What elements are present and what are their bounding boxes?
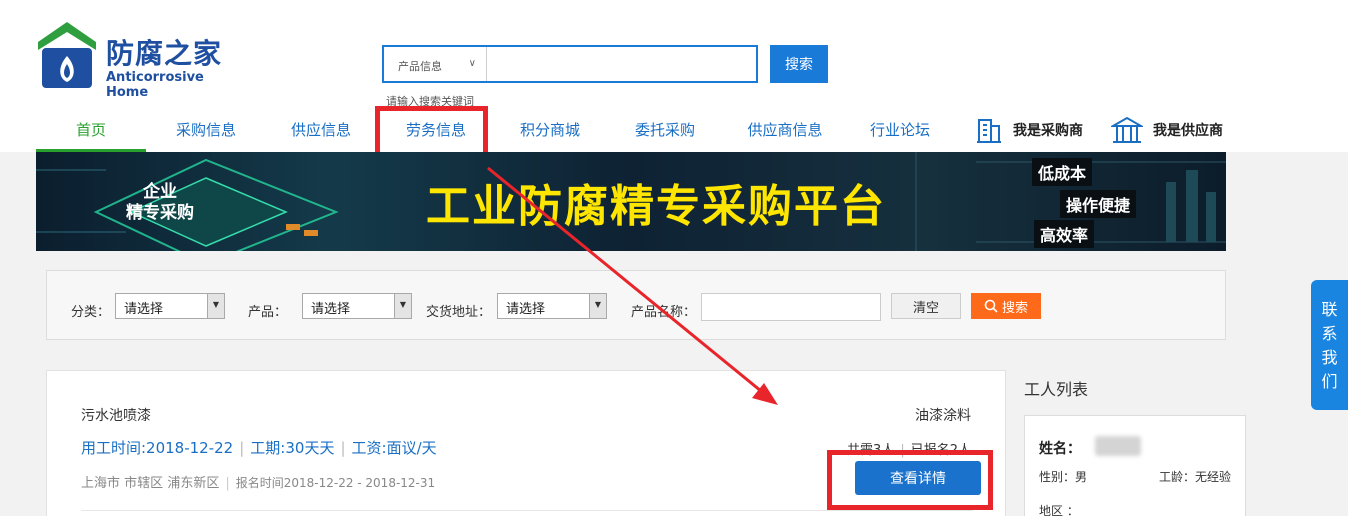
dropdown-arrow-icon: ▼ <box>589 294 606 318</box>
filter-search-label: 搜索 <box>1001 300 1028 316</box>
nav-item-points-mall[interactable]: 积分商城 <box>500 112 600 152</box>
job-district: 市辖区 <box>124 476 164 491</box>
page: 防腐之家 Anticorrosive Home 产品信息 ∨ 搜索 请输入搜索关… <box>0 0 1348 516</box>
nav-item-supplier-info[interactable]: 供应商信息 <box>730 112 840 152</box>
divider <box>81 510 973 511</box>
job-location: 上海市 市辖区 浦东新区 | 报名时间2018-12-22 - 2018-12-31 <box>81 476 436 491</box>
nav-item-purchase[interactable]: 采购信息 <box>156 112 256 152</box>
filter-name-input[interactable] <box>701 293 881 321</box>
filter-address-select[interactable]: 请选择 ▼ <box>497 293 607 319</box>
dropdown-arrow-icon: ▼ <box>394 294 411 318</box>
search-button[interactable]: 搜索 <box>770 45 828 83</box>
worker-name-blurred <box>1095 436 1141 456</box>
search-category-value: 产品信息 <box>398 60 442 73</box>
supplier-link[interactable]: 我是供应商 <box>1111 112 1223 148</box>
job-work-time: 用工时间:2018-12-22 <box>81 439 234 457</box>
logo[interactable]: 防腐之家 Anticorrosive Home <box>36 20 246 100</box>
filter-search-button[interactable]: 搜索 <box>971 293 1041 319</box>
nav-item-entrusted-purchase[interactable]: 委托采购 <box>615 112 715 152</box>
dropdown-arrow-icon: ▼ <box>207 294 224 318</box>
buyer-link[interactable]: 我是采购商 <box>975 112 1083 148</box>
logo-text-en: Anticorrosive Home <box>106 70 204 100</box>
job-category: 油漆涂料 <box>915 408 971 424</box>
supplier-label: 我是供应商 <box>1153 123 1223 139</box>
contact-us-tab[interactable]: 联系我们 <box>1311 280 1348 410</box>
filter-category-select[interactable]: 请选择 ▼ <box>115 293 225 319</box>
header: 防腐之家 Anticorrosive Home 产品信息 ∨ 搜索 请输入搜索关… <box>0 0 1348 152</box>
job-city: 上海市 <box>81 476 121 491</box>
highlight-box-detail <box>827 450 993 510</box>
filter-product-label: 产品： <box>248 305 288 320</box>
worker-card[interactable]: 姓名： 性别：男 工龄：无经验 地区 ： <box>1024 415 1246 516</box>
banner-tag-easy-operation: 操作便捷 <box>1060 190 1137 218</box>
filter-address-label: 交货地址： <box>426 305 492 320</box>
filter-product-value: 请选择 <box>311 302 351 317</box>
nav-item-forum[interactable]: 行业论坛 <box>850 112 950 152</box>
filter-name-label: 产品名称： <box>631 305 697 320</box>
worker-list-title: 工人列表 <box>1024 380 1089 399</box>
buyer-label: 我是采购商 <box>1013 123 1083 139</box>
building-icon <box>977 119 1001 143</box>
contact-us-label: 联系我们 <box>1321 300 1338 391</box>
banner-tag-high-efficiency: 高效率 <box>1034 220 1095 248</box>
search-box: 产品信息 ∨ <box>382 45 758 83</box>
chevron-down-icon: ∨ <box>468 58 476 69</box>
job-title[interactable]: 污水池喷漆 <box>81 405 151 425</box>
banner-left-text: 企业 精专采购 <box>126 182 194 224</box>
clear-button[interactable]: 清空 <box>891 293 961 319</box>
filter-bar: 分类： 请选择 ▼ 产品： 请选择 ▼ 交货地址： 请选择 ▼ 产品名称： 清空… <box>46 270 1226 340</box>
job-wage: 工资:面议/天 <box>351 439 437 457</box>
banner-left-line2: 精专采购 <box>126 203 194 223</box>
banner-left-line1: 企业 <box>143 182 177 202</box>
nav-item-supply[interactable]: 供应信息 <box>271 112 371 152</box>
logo-text-cn: 防腐之家 <box>106 37 223 70</box>
warehouse-icon <box>1111 116 1143 143</box>
logo-house-icon <box>38 22 96 88</box>
filter-category-label: 分类： <box>71 305 111 320</box>
filter-address-value: 请选择 <box>506 302 546 317</box>
banner-tag-low-cost: 低成本 <box>1032 158 1093 186</box>
worker-name-label: 姓名： <box>1039 441 1081 457</box>
search-input[interactable] <box>488 47 756 81</box>
job-signup-time: 报名时间2018-12-22 - 2018-12-31 <box>235 476 436 490</box>
job-period: 工期:30天天 <box>250 439 335 457</box>
search-category-select[interactable]: 产品信息 ∨ <box>384 47 487 81</box>
filter-category-value: 请选择 <box>124 302 164 317</box>
banner-title: 工业防腐精专采购平台 <box>426 181 886 232</box>
worker-experience: 工龄：无经验 <box>1158 470 1231 484</box>
job-area: 浦东新区 <box>167 476 220 491</box>
highlight-box-labor <box>375 106 488 157</box>
nav-item-home[interactable]: 首页 <box>36 112 146 152</box>
job-meta: 用工时间:2018-12-22 | 工期:30天天 | 工资:面议/天 <box>81 439 437 457</box>
worker-gender: 性别：男 <box>1039 470 1088 484</box>
search-icon <box>984 299 998 313</box>
banner[interactable]: 企业 精专采购 工业防腐精专采购平台 低成本 操作便捷 高效率 <box>36 152 1226 251</box>
filter-product-select[interactable]: 请选择 ▼ <box>302 293 412 319</box>
worker-area: 地区 ： <box>1039 504 1079 516</box>
